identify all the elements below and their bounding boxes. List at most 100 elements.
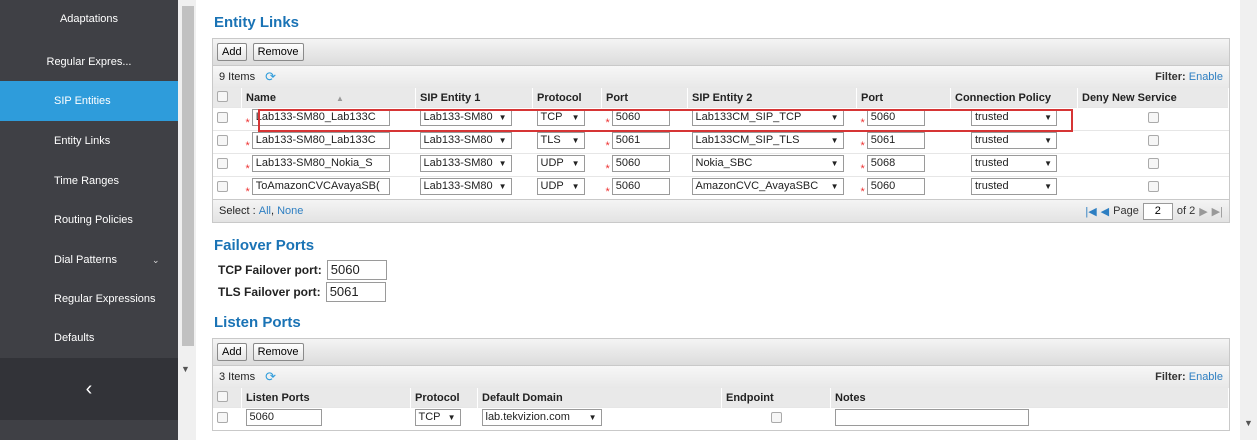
sidebar-item-time-ranges[interactable]: Time Ranges [0,161,178,201]
collapse-sidebar-button[interactable]: ‹ [0,358,178,420]
port-1-cell: * 5061 [601,130,688,154]
sip-entity-2-select[interactable]: AmazonCVC_AvayaSBC ▼ [691,178,844,195]
column-header-port-2: Port [856,88,951,108]
endpoint-checkbox[interactable] [770,412,782,423]
sidebar-item-entity-links[interactable]: Entity Links [0,121,178,161]
port-1-input[interactable]: 5060 [611,155,670,172]
sidebar-scroll-thumb[interactable] [182,6,194,346]
required-marker: * [860,186,865,198]
select-value: UDP [540,180,564,192]
column-header-connection-policy: Connection Policy [950,88,1078,108]
table-header-row: Name ▲ SIP Entity 1 Protocol Port SIP Ent… [213,88,1229,108]
deny-new-service-checkbox[interactable] [1147,135,1159,146]
remove-button[interactable]: Remove [252,43,304,61]
sip-entity-1-select[interactable]: Lab133-SM80 ▼ [419,132,512,149]
row-select-cell [213,407,242,430]
notes-input[interactable] [834,409,1029,426]
prev-page-icon[interactable]: ◀ [1101,205,1109,218]
sort-ascending-icon: ▲ [335,93,344,103]
dropdown-arrow-icon: ▼ [498,182,507,191]
tls-failover-input[interactable]: 5061 [325,282,386,302]
select-value: trusted [975,157,1009,169]
connection-policy-select[interactable]: trusted ▼ [971,178,1057,195]
name-input[interactable]: Lab133-SM80_Lab133C [251,132,390,149]
deny-new-service-checkbox[interactable] [1147,112,1159,123]
filter-enable-link[interactable]: Enable [1189,71,1223,83]
add-button[interactable]: Add [217,43,247,61]
sidebar-item-label: Regular Expres... [46,56,132,68]
port-1-input[interactable]: 5060 [611,178,670,195]
sip-entity-2-select[interactable]: Lab133CM_SIP_TLS ▼ [691,132,844,149]
name-cell: * ToAmazonCVCAvayaSB( [241,176,416,199]
protocol-cell: TCP ▼ [410,407,478,430]
connection-policy-select[interactable]: trusted ▼ [971,132,1057,149]
deny-new-service-cell [1077,176,1229,199]
column-header-default-domain: Default Domain [477,388,722,408]
protocol-select[interactable]: UDP ▼ [536,178,585,195]
row-checkbox[interactable] [217,412,228,423]
row-checkbox[interactable] [217,135,228,146]
name-input[interactable]: Lab133-SM80_Nokia_S [251,155,390,172]
sidebar-item-label: Defaults [54,332,95,344]
scroll-down-icon[interactable]: ▼ [181,364,190,374]
default-domain-select[interactable]: lab.tekvizion.com ▼ [481,409,602,426]
row-checkbox[interactable] [217,112,228,123]
tcp-failover-input[interactable]: 5060 [326,260,387,280]
select-value: AmazonCVC_AvayaSBC [695,180,819,192]
dropdown-arrow-icon: ▼ [1044,182,1052,191]
sidebar-item-regular-expres[interactable]: Regular Expres... [0,42,178,82]
entity-links-title: Entity Links [214,14,300,31]
sidebar-item-regular-expressions[interactable]: Regular Expressions [0,279,178,319]
tcp-failover-row: TCP Failover port: 5060 [218,260,387,280]
connection-policy-select[interactable]: trusted ▼ [971,155,1057,172]
port-2-input[interactable]: 5061 [866,132,925,149]
refresh-icon[interactable]: ⟳ [265,369,276,385]
protocol-select[interactable]: TCP ▼ [414,409,461,426]
port-2-input[interactable]: 5060 [866,178,925,195]
sip-entity-2-select[interactable]: Nokia_SBC ▼ [691,155,844,172]
refresh-icon[interactable]: ⟳ [265,69,276,85]
deny-new-service-checkbox[interactable] [1147,158,1159,169]
listen-port-input[interactable]: 5060 [245,409,322,426]
select-all-link[interactable]: All [259,205,271,217]
highlighted-row-outline [258,109,1073,132]
sidebar-item-adaptations[interactable]: Adaptations [0,0,178,38]
column-header-endpoint: Endpoint [721,388,831,408]
table-row: 5060 TCP ▼ lab.tekvizion.com ▼ [213,407,1229,430]
sidebar-item-dial-patterns[interactable]: Dial Patterns ⌄ [0,240,178,280]
select-all-checkbox[interactable] [217,390,228,402]
sidebar-item-defaults[interactable]: Defaults [0,318,178,358]
next-page-icon[interactable]: ▶ [1199,205,1207,218]
dropdown-arrow-icon: ▼ [588,413,597,422]
sip-entity-1-select[interactable]: Lab133-SM80 ▼ [419,155,512,172]
column-header-name[interactable]: Name ▲ [241,88,416,108]
port-2-input[interactable]: 5068 [866,155,925,172]
add-button[interactable]: Add [217,343,247,361]
port-1-input[interactable]: 5061 [611,132,670,149]
select-all-checkbox[interactable] [217,90,228,102]
sip-entity-1-cell: Lab133-SM80 ▼ [415,130,533,154]
port-1-cell: * 5060 [601,153,688,177]
sip-entity-2-cell: AmazonCVC_AvayaSBC ▼ [687,176,857,199]
last-page-icon[interactable]: ▶| [1212,205,1223,218]
scroll-down-icon[interactable]: ▼ [1244,418,1253,428]
row-checkbox[interactable] [217,181,228,192]
sidebar-item-sip-entities[interactable]: SIP Entities [0,81,178,121]
deny-new-service-checkbox[interactable] [1147,181,1159,192]
name-input[interactable]: ToAmazonCVCAvayaSB( [251,178,390,195]
listen-ports-table: Listen Ports Protocol Default Domain End… [213,388,1229,430]
select-value: Nokia_SBC [695,157,753,169]
sidebar-item-routing-policies[interactable]: Routing Policies [0,200,178,240]
page-input[interactable]: 2 [1142,202,1173,220]
select-label: Select : [219,205,256,217]
filter-label: Filter: [1155,71,1186,83]
page-scrollbar[interactable] [1240,0,1257,440]
protocol-select[interactable]: UDP ▼ [536,155,585,172]
remove-button[interactable]: Remove [252,343,304,361]
first-page-icon[interactable]: |◀ [1085,205,1096,218]
select-none-link[interactable]: None [277,205,303,217]
protocol-select[interactable]: TLS ▼ [536,132,585,149]
row-checkbox[interactable] [217,158,228,169]
filter-enable-link[interactable]: Enable [1189,371,1223,383]
sip-entity-1-select[interactable]: Lab133-SM80 ▼ [419,178,512,195]
